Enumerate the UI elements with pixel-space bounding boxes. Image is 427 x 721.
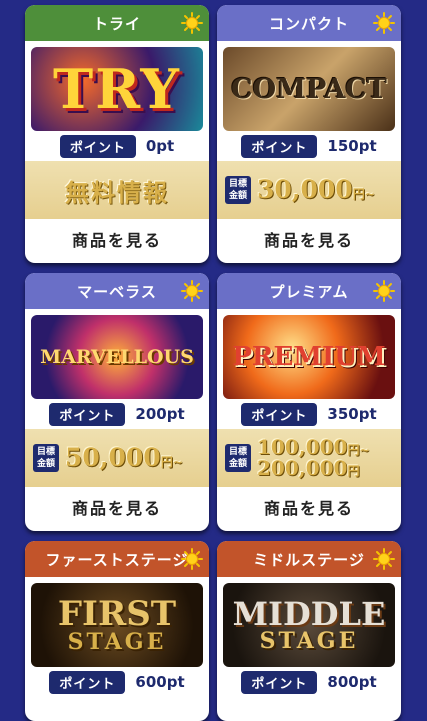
target-amount: 30,000円~ [257,174,375,204]
banner-text: MARVELLOUS [40,345,194,368]
banner-text: COMPACT [231,73,387,105]
sun-icon [181,280,203,302]
point-row: ポイント 200pt [25,399,209,429]
point-value: 600pt [135,673,185,691]
point-label: ポイント [241,670,318,694]
view-product-button[interactable]: 商品を見る [217,487,401,527]
target-amount-badge: 目標 金額 [225,444,251,472]
target-amount-band: 目標 金額 30,000円~ [217,161,401,219]
card-header: トライ [25,5,209,41]
point-value: 350pt [327,405,377,423]
target-amount-badge: 目標 金額 [33,444,59,472]
target-amount-badge: 目標 金額 [225,176,251,204]
plan-banner-image: FIRST STAGE [31,583,203,667]
view-product-button[interactable]: 商品を見る [25,487,209,527]
sun-icon [373,548,395,570]
target-amount: 50,000円~ [65,442,183,472]
free-info-band: 無料情報 [25,161,209,219]
card-header: ファーストステージ [25,541,209,577]
card-title: マーベラス [77,282,157,301]
product-card-premium[interactable]: プレミアム PREMIUM ポイント 350pt 目標 金額 100,000円~… [217,273,401,531]
plan-banner-image: COMPACT [223,47,395,131]
product-card-first-stage[interactable]: ファーストステージ FIRST STAGE ポイント 600pt [25,541,209,721]
point-label: ポイント [49,402,126,426]
plan-banner-image: MIDDLE STAGE [223,583,395,667]
view-product-button[interactable]: 商品を見る [217,219,401,259]
point-label: ポイント [49,670,126,694]
target-amount-band: 目標 金額 100,000円~ 200,000円 [217,429,401,487]
card-title: トライ [92,14,141,33]
sun-icon [373,12,395,34]
card-title: コンパクト [268,14,349,33]
point-row: ポイント 800pt [217,667,401,697]
card-header: マーベラス [25,273,209,309]
point-row: ポイント 600pt [25,667,209,697]
sun-icon [181,12,203,34]
point-row: ポイント 0pt [25,131,209,161]
banner-text: PREMIUM [232,342,386,372]
banner-text-line-1: FIRST [57,594,177,634]
plan-banner-image: MARVELLOUS [31,315,203,399]
card-header: コンパクト [217,5,401,41]
banner-text-line-1: MIDDLE [232,595,386,633]
banner-text-line-2: STAGE [259,628,359,654]
product-card-marvellous[interactable]: マーベラス MARVELLOUS ポイント 200pt 目標 金額 50,000… [25,273,209,531]
sun-icon [181,548,203,570]
card-header: ミドルステージ [217,541,401,577]
banner-text: TRY [53,57,181,121]
card-header: プレミアム [217,273,401,309]
card-title: プレミアム [269,282,349,301]
plan-banner-image: PREMIUM [223,315,395,399]
point-value: 800pt [327,673,377,691]
plan-banner-image: TRY [31,47,203,131]
point-label: ポイント [241,134,318,158]
point-value: 150pt [327,137,377,155]
target-amount: 100,000円~ 200,000円 [257,435,370,480]
free-info-text: 無料情報 [65,177,169,207]
target-amount-band: 目標 金額 50,000円~ [25,429,209,487]
card-title: ファーストステージ [45,550,189,569]
sun-icon [373,280,395,302]
product-card-compact[interactable]: コンパクト COMPACT ポイント 150pt 目標 金額 30,000円~ … [217,5,401,263]
view-product-button[interactable]: 商品を見る [25,219,209,259]
product-card-middle-stage[interactable]: ミドルステージ MIDDLE STAGE ポイント 800pt [217,541,401,721]
banner-text-line-2: STAGE [67,629,167,655]
point-row: ポイント 350pt [217,399,401,429]
point-row: ポイント 150pt [217,131,401,161]
card-title: ミドルステージ [253,550,365,569]
product-card-try[interactable]: トライ TRY ポイント 0pt 無料情報 商品を見る [25,5,209,263]
point-label: ポイント [241,402,318,426]
point-value: 200pt [135,405,185,423]
point-label: ポイント [59,134,136,158]
point-value: 0pt [145,137,175,155]
